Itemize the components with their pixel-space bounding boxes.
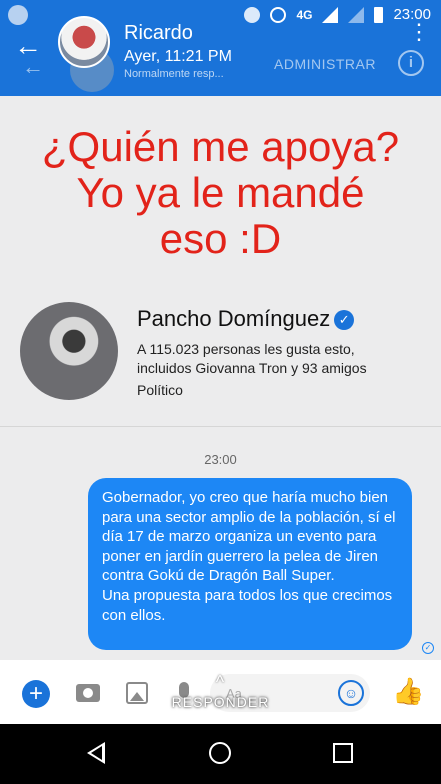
page-name-text: Pancho Domínguez xyxy=(137,306,331,331)
info-icon[interactable]: i xyxy=(398,50,424,76)
alarm-icon xyxy=(270,6,287,23)
nav-home-icon[interactable] xyxy=(209,742,231,764)
battery-icon xyxy=(374,6,384,23)
page-name[interactable]: Pancho Domínguez ✓ xyxy=(137,306,355,332)
spotify-icon xyxy=(8,5,28,25)
meme-line: ¿Quién me apoya? xyxy=(41,123,400,170)
signal-icon xyxy=(322,6,339,23)
message-timestamp: 23:00 xyxy=(204,452,237,467)
admin-button[interactable]: ADMINISTRAR xyxy=(274,56,376,72)
page-card[interactable]: Pancho Domínguez ✓ A 115.023 personas les… xyxy=(0,292,441,416)
nav-recents-icon[interactable] xyxy=(333,743,353,763)
signal-icon-2 xyxy=(348,6,365,23)
divider xyxy=(0,426,441,427)
message-bubble[interactable]: Gobernador, yo creo que haría mucho bien… xyxy=(88,478,412,650)
nav-back-icon[interactable] xyxy=(87,742,105,764)
contact-name[interactable]: Ricardo xyxy=(124,22,193,45)
contact-avatar[interactable] xyxy=(58,16,110,68)
chat-area[interactable]: ¿Quién me apoya? Yo ya le mandé eso :D P… xyxy=(0,96,441,660)
meme-line: eso :D xyxy=(159,215,282,262)
network-type: 4G xyxy=(296,7,313,22)
page-likes-line: A 115.023 personas les gusta esto, xyxy=(137,341,355,357)
page-likes-line: incluidos Giovanna Tron y 93 amigos xyxy=(137,360,367,376)
reply-chevron-icon: ^ xyxy=(215,672,225,692)
reply-label[interactable]: RESPONDER xyxy=(0,694,441,710)
status-icons: 4G 23:00 xyxy=(244,6,431,23)
meme-caption: ¿Quién me apoya? Yo ya le mandé eso :D xyxy=(0,124,441,262)
dnd-icon xyxy=(244,6,261,23)
contact-time: Ayer, 11:21 PM xyxy=(124,48,232,65)
app-bar: ← ← Ricardo Ayer, 11:21 PM Normalmente r… xyxy=(0,16,441,96)
composer: + Aa ☺ 👍 ^ RESPONDER xyxy=(0,660,441,724)
meme-line: Yo ya le mandé xyxy=(76,169,365,216)
more-options-icon[interactable]: ⋮ xyxy=(408,21,430,43)
message-text: Gobernador, yo creo que haría mucho bien… xyxy=(102,489,396,624)
page-photo[interactable] xyxy=(20,302,118,400)
contact-status: Normalmente resp... xyxy=(124,68,224,80)
verified-icon: ✓ xyxy=(334,310,355,330)
page-likes: A 115.023 personas les gusta esto, inclu… xyxy=(137,340,427,378)
seen-icon: ✓ xyxy=(422,642,434,654)
system-nav-bar xyxy=(0,724,441,784)
back-button[interactable]: ← xyxy=(14,32,42,60)
page-category: Político xyxy=(137,382,183,398)
